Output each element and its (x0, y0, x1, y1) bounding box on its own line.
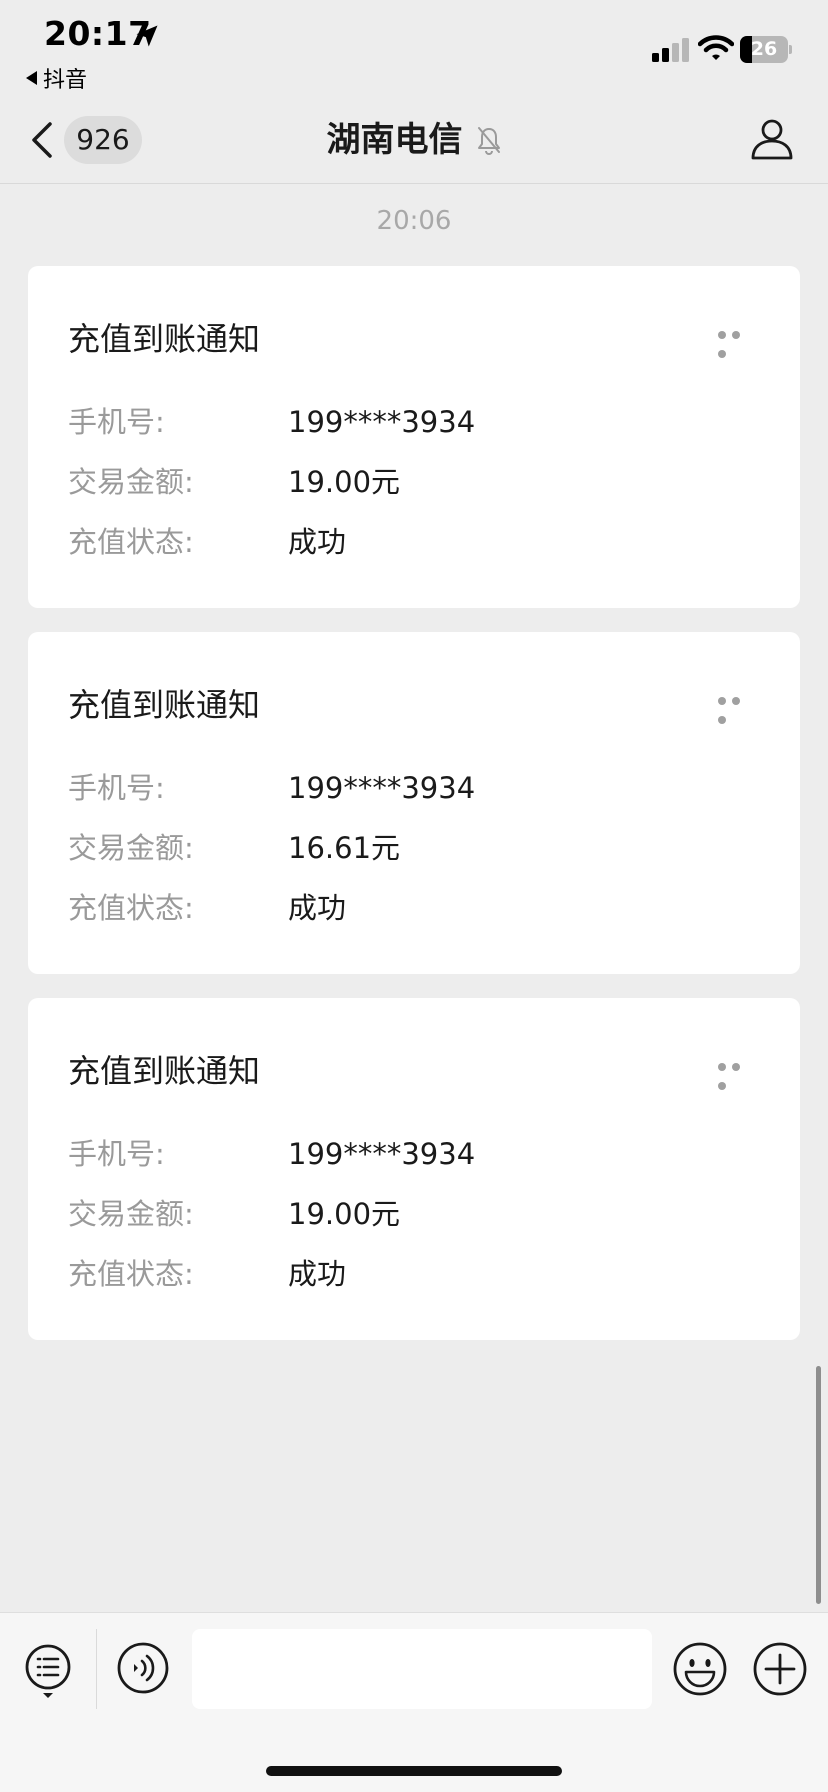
row-label: 充值状态: (68, 525, 194, 559)
scroll-indicator[interactable] (816, 1366, 821, 1604)
chat-title: 湖南电信 (326, 120, 463, 160)
battery-level: 26 (750, 38, 778, 60)
back-to-app-link[interactable]: 抖音 (26, 62, 87, 94)
row-label: 手机号: (68, 405, 165, 439)
message-timestamp: 20:06 (376, 206, 452, 236)
home-indicator[interactable] (266, 1766, 562, 1776)
input-divider (96, 1629, 97, 1709)
input-bar (0, 1612, 828, 1792)
battery-icon: 26 (740, 36, 792, 63)
row-value: 成功 (288, 1257, 347, 1291)
row-label: 交易金额: (68, 1197, 194, 1231)
card-title: 充值到账通知 (68, 1052, 261, 1090)
more-dots-icon[interactable] (718, 1056, 758, 1090)
recharge-notice-card[interactable]: 充值到账通知 手机号: 199****3934 交易金额: 19.00元 充值状… (28, 266, 800, 608)
row-label: 手机号: (68, 1137, 165, 1171)
voice-icon[interactable] (116, 1641, 170, 1695)
signal-icon (652, 38, 689, 62)
message-input[interactable] (192, 1629, 652, 1709)
card-title: 充值到账通知 (68, 686, 261, 724)
location-arrow-icon (136, 25, 158, 47)
profile-icon[interactable] (750, 116, 794, 160)
nav-bar: 926 湖南电信 (0, 98, 828, 184)
row-value: 19.00元 (288, 465, 401, 499)
back-app-label: 抖音 (43, 68, 88, 93)
plus-icon[interactable] (752, 1641, 808, 1697)
mute-bell-icon (477, 127, 500, 155)
more-dots-icon[interactable] (718, 690, 758, 724)
chat-screen: 20:17 抖音 26 926 湖南电信 20:06 充值到账通知 手机号: 1… (0, 0, 828, 1792)
status-bar: 20:17 抖音 26 (0, 0, 828, 98)
row-value: 16.61元 (288, 831, 401, 865)
recharge-notice-card[interactable]: 充值到账通知 手机号: 199****3934 交易金额: 16.61元 充值状… (28, 632, 800, 974)
back-triangle-icon (26, 71, 37, 85)
row-value: 19.00元 (288, 1197, 401, 1231)
emoji-icon[interactable] (672, 1641, 728, 1697)
row-value: 成功 (288, 891, 347, 925)
row-value: 成功 (288, 525, 347, 559)
row-value: 199****3934 (288, 1137, 476, 1171)
card-title: 充值到账通知 (68, 320, 261, 358)
more-dots-icon[interactable] (718, 324, 758, 358)
row-value: 199****3934 (288, 405, 476, 439)
row-label: 交易金额: (68, 831, 194, 865)
row-label: 手机号: (68, 771, 165, 805)
row-value: 199****3934 (288, 771, 476, 805)
row-label: 充值状态: (68, 1257, 194, 1291)
row-label: 充值状态: (68, 891, 194, 925)
recharge-notice-card[interactable]: 充值到账通知 手机号: 199****3934 交易金额: 19.00元 充值状… (28, 998, 800, 1340)
menu-list-icon[interactable] (24, 1643, 72, 1701)
row-label: 交易金额: (68, 465, 194, 499)
wifi-icon (698, 35, 734, 60)
